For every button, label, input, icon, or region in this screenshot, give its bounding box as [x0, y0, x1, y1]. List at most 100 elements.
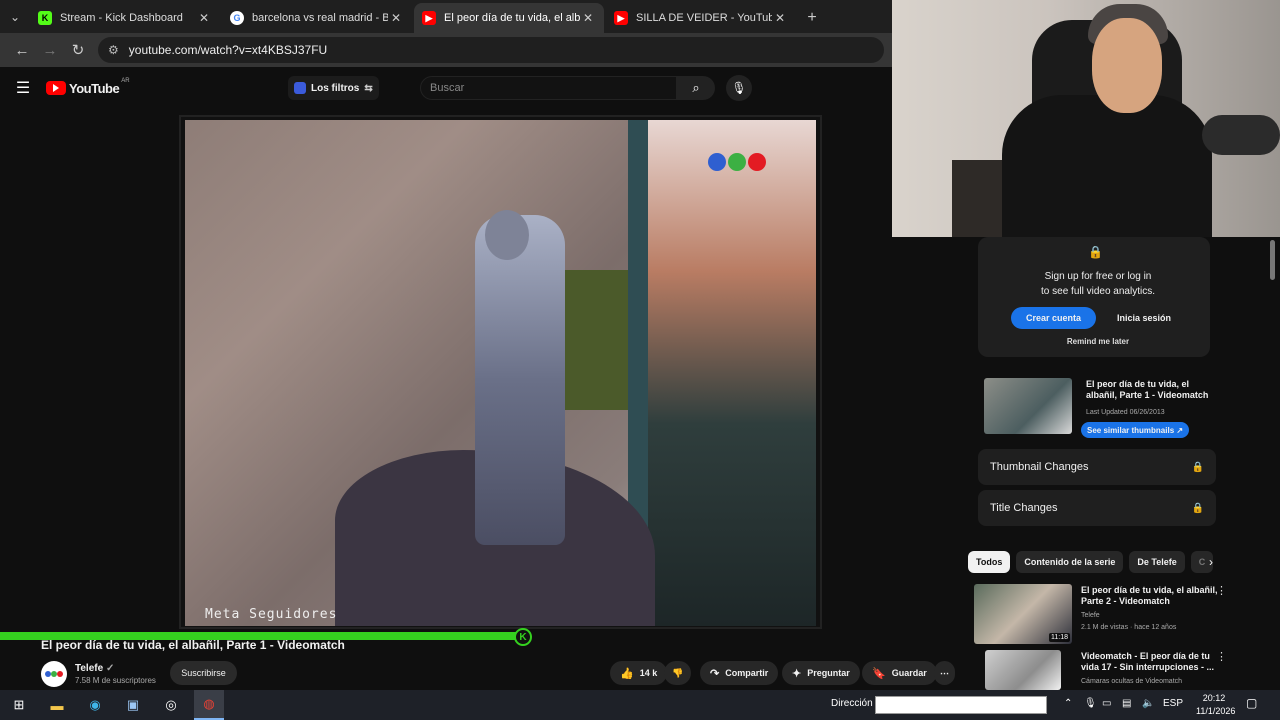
taskbar-clock[interactable]: 20:12 11/1/2026	[1196, 692, 1235, 718]
search-input[interactable]: Buscar	[420, 76, 677, 100]
up-next-channel: Telefe	[1081, 612, 1100, 619]
tab-search-dropdown-icon[interactable]: ⌄	[0, 0, 30, 33]
webcam-microphone	[1202, 115, 1280, 155]
tab-title: barcelona vs real madrid - Busc	[252, 12, 388, 24]
meet-now-icon[interactable]: ▭	[1102, 698, 1111, 709]
filter-icon	[294, 82, 306, 94]
analytics-message-line1: Sign up for free or log in	[1044, 271, 1152, 282]
kick-icon: K	[38, 11, 52, 25]
monitor-app-icon[interactable]: ▣	[118, 690, 148, 720]
channel-name-text: Telefe	[75, 663, 104, 674]
ask-button[interactable]: ✦ Preguntar	[782, 661, 860, 685]
channel-name[interactable]: Telefe ✓	[75, 663, 114, 674]
clock-time: 20:12	[1202, 693, 1226, 703]
youtube-play-icon	[46, 81, 66, 95]
subscribe-button[interactable]: Suscribirse	[170, 661, 237, 685]
share-button[interactable]: ↷ Compartir	[700, 661, 779, 685]
video-watermark: Meta Seguidores	[205, 607, 338, 622]
up-next-title: Videomatch - El peor día de tu vida 17 -…	[1081, 651, 1221, 673]
tab-kick-dashboard[interactable]: K Stream - Kick Dashboard ✕	[30, 3, 220, 33]
screen: ⌄ K Stream - Kick Dashboard ✕ G barcelon…	[0, 0, 1280, 720]
video-thumbnail[interactable]	[985, 650, 1061, 690]
avatar[interactable]	[41, 661, 67, 687]
up-next-title-line2: Parte 2 - Videomatch	[1081, 596, 1170, 606]
thumbnail-changes-row[interactable]: Thumbnail Changes 🔒	[978, 449, 1216, 485]
notifications-icon[interactable]: ▢	[1246, 696, 1257, 710]
thumbs-down-icon: 👎	[672, 667, 684, 678]
video-title: El peor día de tu vida, el albañil, Part…	[41, 638, 345, 652]
menu-icon[interactable]: ☰	[0, 78, 46, 98]
taskbar-address-label: Dirección	[831, 698, 873, 709]
video-thumbnail[interactable]	[984, 378, 1072, 434]
chevron-up-icon[interactable]: ⌃	[1064, 698, 1072, 709]
chevron-right-icon[interactable]: ›	[1202, 553, 1220, 571]
search-icon[interactable]: ⌕	[677, 76, 715, 100]
tab-youtube-video[interactable]: ▶ El peor día de tu vida, el albañil ✕	[414, 3, 604, 33]
chrome-icon[interactable]: ◍	[194, 690, 224, 720]
channel-logo-dots	[706, 153, 766, 171]
list-item[interactable]: Videomatch - El peor día de tu vida 17 -…	[972, 650, 1232, 690]
chip-series[interactable]: Contenido de la serie	[1016, 551, 1124, 573]
reload-icon[interactable]: ↻	[64, 36, 92, 64]
login-button[interactable]: Inicia sesión	[1104, 307, 1184, 329]
kick-icon[interactable]: K	[514, 628, 532, 646]
thumbs-up-icon: 👍	[620, 667, 634, 680]
like-count: 14 k	[639, 668, 658, 678]
up-next-title-line2: vida 17 - Sin interrupciones - ...	[1081, 662, 1215, 672]
list-item[interactable]: 11:18 El peor día de tu vida, el albañil…	[972, 584, 1232, 646]
tab-youtube-silla[interactable]: ▶ SILLA DE VEIDER - YouTube ✕	[606, 3, 796, 33]
more-vert-icon[interactable]: ⋮	[1216, 584, 1227, 597]
dislike-button[interactable]: 👎	[664, 661, 692, 685]
close-icon[interactable]: ✕	[772, 11, 788, 25]
filters-button[interactable]: Los filtros ⇆	[288, 76, 379, 100]
site-settings-icon[interactable]: ⚙	[108, 43, 119, 57]
forward-icon[interactable]: →	[36, 36, 64, 64]
windows-start-icon[interactable]: ⊞	[4, 690, 34, 720]
scrollbar[interactable]	[1270, 240, 1275, 280]
address-bar[interactable]: ⚙ youtube.com/watch?v=xt4KBSJ37FU	[98, 37, 884, 63]
similar-thumbnails-button[interactable]: See similar thumbnails ↗	[1081, 422, 1190, 438]
tab-google-search[interactable]: G barcelona vs real madrid - Busc ✕	[222, 3, 412, 33]
microphone-icon[interactable]: 🎙	[726, 75, 752, 101]
close-icon[interactable]: ✕	[388, 11, 404, 25]
youtube-icon: ▶	[614, 11, 628, 25]
video-thumbnail[interactable]: 11:18	[974, 584, 1072, 644]
youtube-logo[interactable]: YouTube AR	[46, 78, 130, 96]
file-explorer-icon[interactable]: ▬	[42, 690, 72, 720]
edge-icon[interactable]: ◉	[80, 690, 110, 720]
title-changes-row[interactable]: Title Changes 🔒	[978, 490, 1216, 526]
lock-icon: 🔒	[1191, 502, 1204, 514]
network-icon[interactable]: ▤	[1122, 698, 1131, 709]
video-player[interactable]: Meta Seguidores	[179, 115, 822, 629]
remind-later-link[interactable]: Remind me later	[978, 337, 1218, 346]
youtube-icon: ▶	[422, 11, 436, 25]
chip-todos[interactable]: Todos	[968, 551, 1011, 573]
close-icon[interactable]: ✕	[196, 11, 212, 25]
back-icon[interactable]: ←	[8, 36, 36, 64]
close-icon[interactable]: ✕	[580, 11, 596, 25]
webcam-streamer-body	[1002, 95, 1212, 237]
tab-title: El peor día de tu vida, el albañil	[444, 12, 580, 24]
chip-telefe[interactable]: De Telefe	[1129, 551, 1185, 573]
microphone-icon[interactable]: 🎙	[1084, 698, 1097, 709]
language-indicator[interactable]: ESP	[1163, 698, 1183, 709]
save-button[interactable]: 🔖 Guardar	[862, 661, 937, 685]
video-scene-head	[485, 210, 529, 260]
like-button[interactable]: 👍 14 k	[610, 661, 668, 685]
share-label: Compartir	[725, 668, 769, 678]
save-label: Guardar	[891, 668, 927, 678]
analytics-message-line2: to see full video analytics.	[1041, 286, 1155, 297]
browser-tab-bar: ⌄ K Stream - Kick Dashboard ✕ G barcelon…	[0, 0, 892, 33]
new-tab-icon[interactable]: +	[798, 3, 826, 33]
verified-icon: ✓	[105, 663, 115, 674]
more-vert-icon[interactable]: ⋮	[1216, 650, 1227, 663]
video-frame[interactable]: Meta Seguidores	[185, 120, 816, 626]
create-account-button[interactable]: Crear cuenta	[1011, 307, 1096, 329]
up-next-title-line1: El peor día de tu vida, el albañil,	[1081, 585, 1218, 595]
more-actions-icon[interactable]: ⋯	[934, 661, 955, 685]
sparkle-icon: ✦	[792, 667, 802, 680]
taskbar-address-input[interactable]	[875, 696, 1047, 714]
obs-icon[interactable]: ◎	[156, 690, 186, 720]
volume-icon[interactable]: 🔈	[1142, 698, 1154, 709]
video-info-title: El peor día de tu vida, el albañil, Part…	[1086, 379, 1218, 401]
